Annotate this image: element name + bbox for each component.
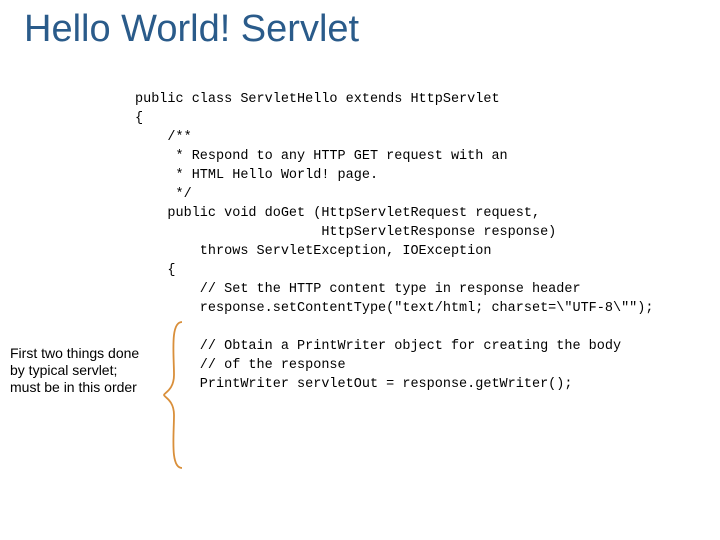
code-line: /**: [135, 130, 192, 145]
code-line: // Set the HTTP content type in response…: [135, 282, 581, 297]
brace-icon: [160, 320, 190, 470]
code-line: * HTML Hello World! page.: [135, 168, 378, 183]
code-line: */: [135, 187, 192, 202]
code-line: throws ServletException, IOException: [135, 244, 491, 259]
annotation-text: First two things done by typical servlet…: [10, 345, 150, 396]
code-line: public void doGet (HttpServletRequest re…: [135, 206, 540, 221]
code-line: response.setContentType("text/html; char…: [135, 301, 653, 316]
code-line: // Obtain a PrintWriter object for creat…: [135, 339, 621, 354]
code-line: {: [135, 111, 143, 126]
code-line: {: [135, 263, 176, 278]
code-line: HttpServletResponse response): [135, 225, 556, 240]
code-line: PrintWriter servletOut = response.getWri…: [135, 377, 572, 392]
slide-title: Hello World! Servlet: [24, 8, 359, 51]
code-line: * Respond to any HTTP GET request with a…: [135, 149, 508, 164]
code-line: public class ServletHello extends HttpSe…: [135, 92, 500, 107]
code-listing: public class ServletHello extends HttpSe…: [135, 90, 653, 394]
